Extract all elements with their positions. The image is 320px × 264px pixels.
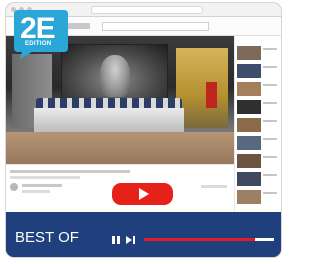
pause-icon-bar xyxy=(117,236,120,244)
related-title-line xyxy=(263,84,277,86)
progress-fill xyxy=(144,238,255,241)
player-bar: BEST OF xyxy=(6,212,281,257)
channel-name-line xyxy=(22,184,62,187)
video-title-line xyxy=(10,170,130,173)
related-thumb xyxy=(237,100,261,114)
video-card[interactable]: 2E EDITION BEST OF xyxy=(6,3,281,257)
related-title-line xyxy=(263,192,277,194)
related-thumb xyxy=(237,46,261,60)
flag xyxy=(206,82,217,108)
video-meta-line xyxy=(10,176,80,179)
related-thumb xyxy=(237,64,261,78)
play-icon xyxy=(139,188,149,200)
channel-avatar xyxy=(10,183,18,191)
related-thumb xyxy=(237,190,261,204)
related-thumb xyxy=(237,154,261,168)
related-title-line xyxy=(263,66,277,68)
edition-number: 2E xyxy=(20,12,56,45)
audience-floor xyxy=(6,132,234,164)
edition-badge: 2E EDITION xyxy=(12,8,70,60)
pause-icon xyxy=(112,236,115,244)
portrait-image xyxy=(100,55,130,97)
skip-next-icon xyxy=(126,236,132,244)
channel-meta-line xyxy=(22,190,50,193)
skip-next-icon-stem xyxy=(133,236,135,244)
related-thumb xyxy=(237,136,261,150)
related-title-line xyxy=(263,120,277,122)
subscribe-placeholder xyxy=(201,185,227,188)
related-thumb xyxy=(237,82,261,96)
related-title-line xyxy=(263,174,277,176)
related-videos-sidebar xyxy=(235,36,281,212)
related-title-line xyxy=(263,156,277,158)
address-bar xyxy=(91,6,203,14)
play-button[interactable] xyxy=(112,183,173,205)
pause-button[interactable] xyxy=(111,235,121,245)
search-box xyxy=(102,22,209,31)
edition-label: EDITION xyxy=(25,41,52,47)
player-title: BEST OF xyxy=(15,229,79,246)
panel-table xyxy=(34,108,184,132)
progress-bar[interactable] xyxy=(144,238,274,241)
site-logo xyxy=(68,23,90,29)
related-title-line xyxy=(263,48,277,50)
related-thumb xyxy=(237,118,261,132)
skip-next-button[interactable] xyxy=(126,235,138,245)
related-title-line xyxy=(263,102,277,104)
related-thumb xyxy=(237,172,261,186)
related-title-line xyxy=(263,138,277,140)
